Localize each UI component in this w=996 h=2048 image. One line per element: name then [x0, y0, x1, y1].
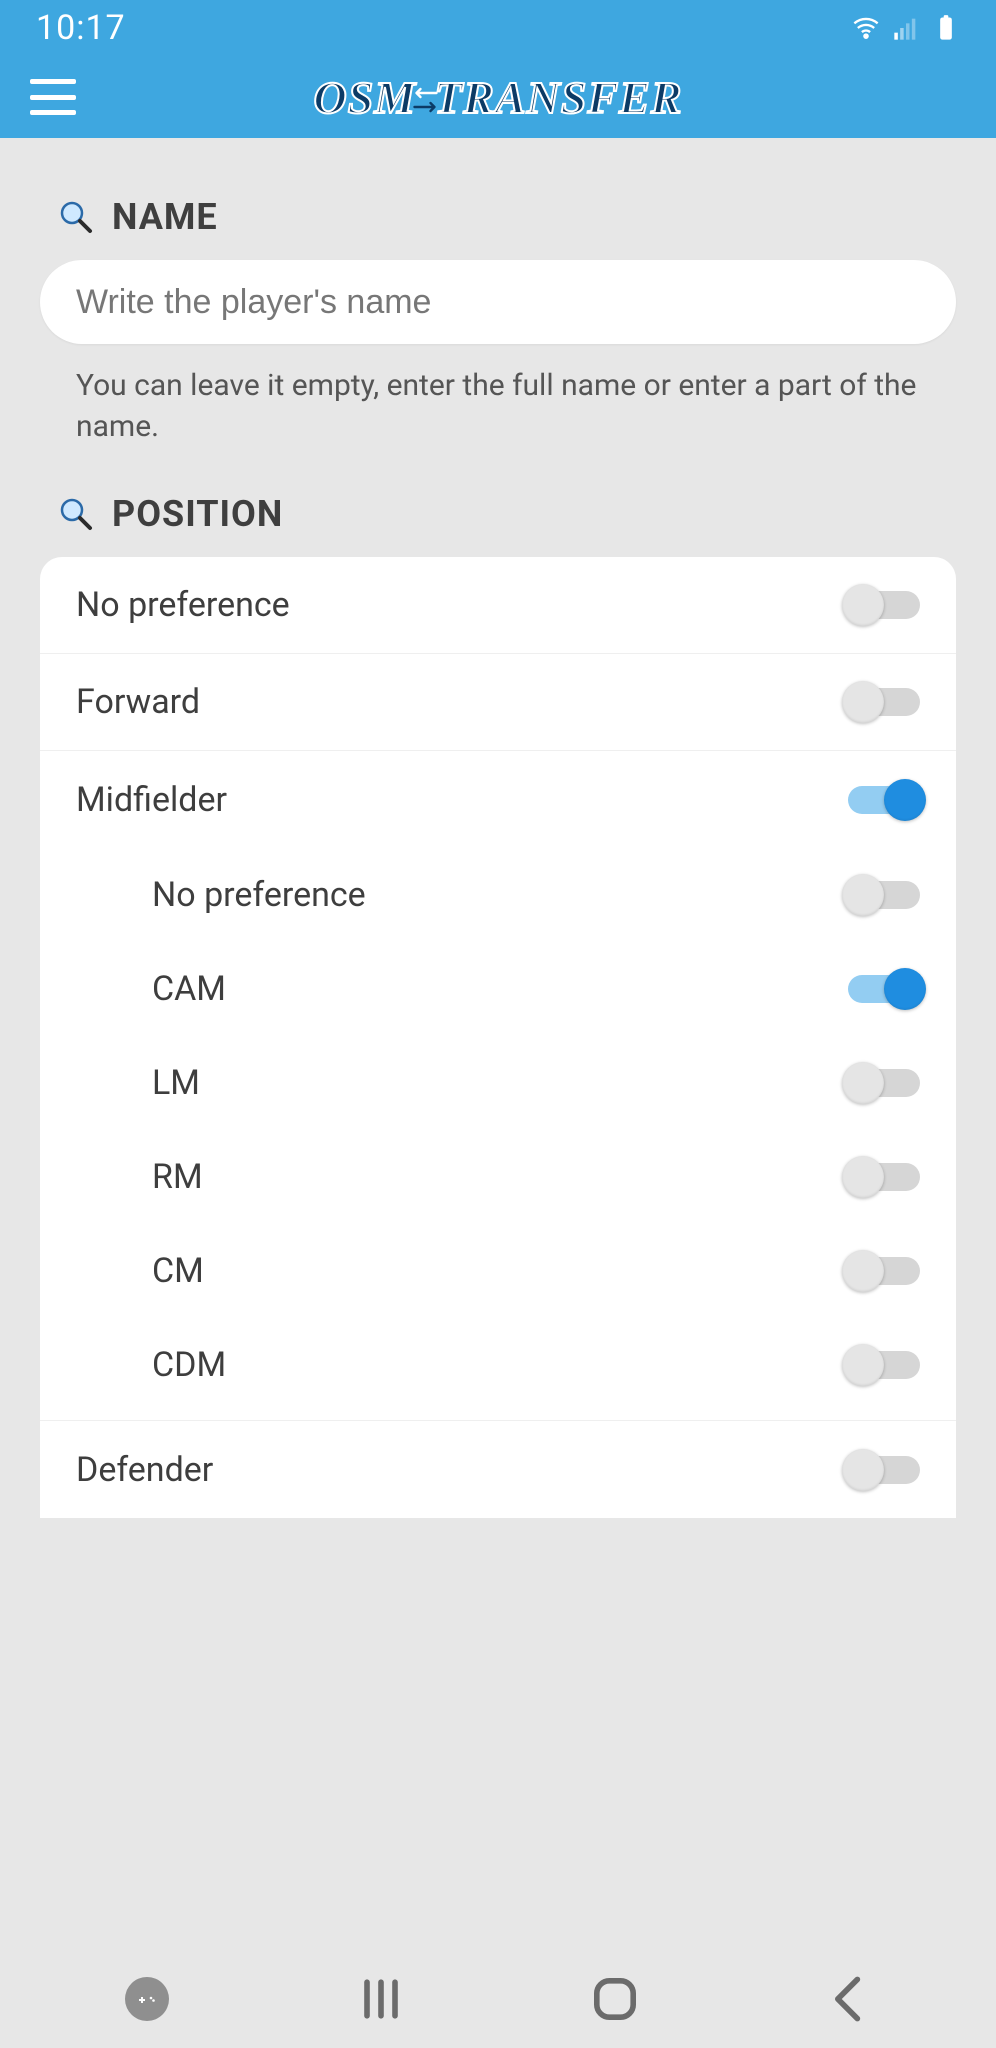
player-name-input[interactable]	[76, 283, 920, 322]
row-label: Defender	[76, 1450, 213, 1490]
row-label: No preference	[76, 585, 290, 625]
row-cdm[interactable]: CDM	[40, 1318, 956, 1412]
name-hint: You can leave it empty, enter the full n…	[76, 366, 920, 447]
row-label: No preference	[152, 875, 366, 915]
row-label: Forward	[76, 682, 200, 722]
toggle-rm[interactable]	[848, 1163, 920, 1191]
toggle-midfielder[interactable]	[848, 786, 920, 814]
row-forward[interactable]: Forward	[40, 654, 956, 751]
name-header-label: NAME	[112, 196, 218, 238]
app-title: OSM TRANSFER	[313, 71, 682, 124]
toggle-cam[interactable]	[848, 975, 920, 1003]
system-nav-bar	[0, 1950, 996, 2048]
status-time: 10:17	[36, 8, 126, 48]
row-label: LM	[152, 1063, 200, 1103]
row-label: CM	[152, 1251, 204, 1291]
toggle-mid-no-pref[interactable]	[848, 881, 920, 909]
menu-button[interactable]	[30, 79, 76, 115]
swap-icon	[410, 86, 440, 114]
search-icon	[58, 199, 94, 235]
row-cam[interactable]: CAM	[40, 942, 956, 1036]
row-no-preference[interactable]: No preference	[40, 557, 956, 654]
status-bar: 10:17	[0, 0, 996, 56]
toggle-lm[interactable]	[848, 1069, 920, 1097]
battery-icon	[932, 14, 960, 42]
row-label: CDM	[152, 1345, 226, 1385]
toggle-no-preference[interactable]	[848, 591, 920, 619]
row-label: Midfielder	[76, 780, 227, 820]
game-launcher-button[interactable]	[119, 1971, 175, 2027]
row-rm[interactable]: RM	[40, 1130, 956, 1224]
row-mid-no-pref[interactable]: No preference	[40, 848, 956, 942]
back-button[interactable]	[821, 1971, 877, 2027]
toggle-cdm[interactable]	[848, 1351, 920, 1379]
name-input-wrap[interactable]	[40, 260, 956, 344]
status-icons	[852, 14, 960, 42]
name-section-header: NAME	[58, 196, 956, 238]
recents-button[interactable]	[353, 1971, 409, 2027]
gamepad-icon	[125, 1977, 169, 2021]
row-defender[interactable]: Defender	[40, 1421, 956, 1518]
app-bar: OSM TRANSFER	[0, 56, 996, 138]
row-midfielder[interactable]: Midfielder	[40, 751, 956, 848]
wifi-icon	[852, 14, 880, 42]
position-card: No preference Forward Midfielder No pref…	[40, 557, 956, 1518]
position-section-header: POSITION	[58, 493, 956, 535]
toggle-defender[interactable]	[848, 1456, 920, 1484]
signal-icon	[892, 14, 920, 42]
search-icon	[58, 496, 94, 532]
row-label: RM	[152, 1157, 203, 1197]
row-label: CAM	[152, 969, 226, 1009]
midfielder-group: Midfielder No preference CAM LM RM CM	[40, 751, 956, 1421]
toggle-forward[interactable]	[848, 688, 920, 716]
row-lm[interactable]: LM	[40, 1036, 956, 1130]
toggle-cm[interactable]	[848, 1257, 920, 1285]
content: NAME You can leave it empty, enter the f…	[0, 138, 996, 1554]
home-button[interactable]	[587, 1971, 643, 2027]
row-cm[interactable]: CM	[40, 1224, 956, 1318]
position-header-label: POSITION	[112, 493, 283, 535]
